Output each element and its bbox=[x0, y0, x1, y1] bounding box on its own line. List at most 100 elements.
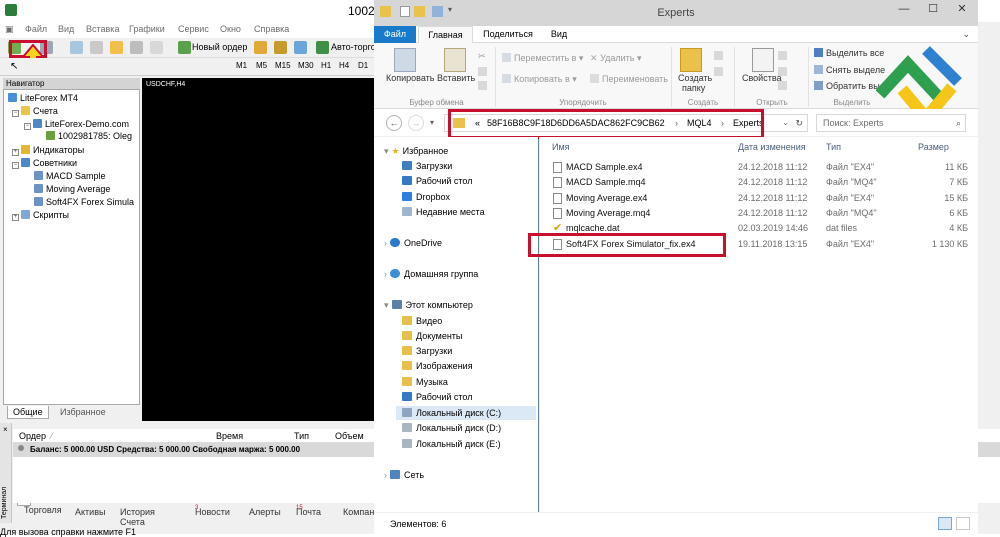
large-icons-view-icon[interactable] bbox=[956, 517, 970, 530]
col-time[interactable]: Время bbox=[216, 431, 243, 441]
tree-advisors[interactable]: − Советники bbox=[12, 158, 77, 169]
col-size[interactable]: Размер bbox=[918, 142, 949, 152]
tf-m15[interactable]: M15 bbox=[275, 61, 291, 70]
cursor-icon[interactable]: ↖ bbox=[10, 61, 18, 72]
invert-selection-button[interactable]: Обратить вы bbox=[814, 81, 880, 91]
deselect-button[interactable]: Снять выделе bbox=[814, 65, 885, 75]
community-icon[interactable] bbox=[294, 41, 307, 54]
collapse-icon[interactable]: − bbox=[12, 110, 19, 117]
tab-mail[interactable]: Почта 15 bbox=[296, 505, 321, 517]
tab-favorites[interactable]: Избранное bbox=[55, 406, 111, 419]
nav-item[interactable]: Рабочий стол bbox=[402, 392, 473, 402]
autotrading-button[interactable]: Авто-торго bbox=[331, 42, 376, 52]
tab-trade[interactable]: Торговля bbox=[17, 503, 62, 515]
cut-icon[interactable]: ✂ bbox=[478, 51, 487, 61]
new-order-button[interactable]: Новый ордер bbox=[192, 42, 247, 52]
tree-expert-item[interactable]: MACD Sample bbox=[34, 171, 106, 181]
tf-h1[interactable]: H1 bbox=[321, 61, 331, 70]
close-icon[interactable]: × bbox=[3, 425, 8, 434]
back-button[interactable]: ← bbox=[386, 115, 402, 131]
nav-favorites[interactable]: ▾ ★ Избранное bbox=[384, 146, 448, 157]
nav-this-pc[interactable]: ▾ Этот компьютер bbox=[384, 300, 473, 311]
nav-item[interactable]: Изображения bbox=[402, 361, 473, 371]
menu-tools[interactable]: Сервис bbox=[178, 24, 209, 34]
paste-button[interactable]: Вставить bbox=[437, 73, 475, 83]
nav-item[interactable]: Загрузки bbox=[402, 161, 452, 171]
collapse-icon[interactable]: − bbox=[24, 123, 31, 130]
signals-icon[interactable] bbox=[274, 41, 287, 54]
tree-indicators[interactable]: + Индикаторы bbox=[12, 145, 84, 156]
address-dropdown-icon[interactable]: ⌄ bbox=[782, 115, 789, 131]
tree-scripts[interactable]: + Скрипты bbox=[12, 210, 69, 221]
select-all-button[interactable]: Выделить все bbox=[814, 48, 884, 58]
metaeditor-icon[interactable] bbox=[254, 41, 267, 54]
file-row[interactable]: Moving Average.mq4 24.12.2018 11:12 Файл… bbox=[540, 206, 979, 221]
menu-insert[interactable]: Вставка bbox=[86, 24, 119, 34]
tab-general[interactable]: Общие bbox=[7, 406, 49, 419]
maximize-icon[interactable]: ☐ bbox=[919, 0, 947, 19]
data-window-icon[interactable] bbox=[90, 41, 103, 54]
tab-share[interactable]: Поделиться bbox=[478, 26, 538, 43]
nav-drive-d[interactable]: Локальный диск (D:) bbox=[402, 423, 501, 433]
recent-locations-icon[interactable]: ▾ bbox=[430, 118, 434, 127]
col-order[interactable]: Ордер bbox=[19, 431, 46, 441]
delete-button[interactable]: ✕ Удалить ▾ bbox=[590, 53, 641, 64]
edit-icon[interactable] bbox=[778, 67, 787, 76]
forward-button[interactable]: → bbox=[408, 115, 424, 131]
tree-root[interactable]: LiteForex MT4 bbox=[8, 93, 78, 103]
terminal-icon[interactable] bbox=[130, 41, 143, 54]
tf-h4[interactable]: H4 bbox=[339, 61, 349, 70]
properties-button[interactable]: Свойства bbox=[742, 73, 782, 83]
nav-item[interactable]: Dropbox bbox=[402, 192, 450, 202]
navigator-icon[interactable] bbox=[110, 41, 123, 54]
nav-item[interactable]: Рабочий стол bbox=[402, 176, 473, 186]
collapse-icon[interactable]: − bbox=[12, 162, 19, 169]
copy-button[interactable]: Копировать bbox=[386, 73, 434, 83]
open-icon[interactable] bbox=[778, 51, 787, 60]
menu-help[interactable]: Справка bbox=[254, 24, 289, 34]
nav-drive-e[interactable]: Локальный диск (E:) bbox=[402, 439, 501, 449]
nav-item[interactable]: Недавние места bbox=[402, 207, 485, 217]
menu-icon[interactable]: ▣ bbox=[5, 24, 14, 35]
history-icon[interactable] bbox=[778, 81, 787, 90]
search-icon[interactable]: ⌕ bbox=[956, 115, 961, 131]
col-date[interactable]: Дата изменения bbox=[738, 142, 806, 152]
tab-news[interactable]: Новости 3 bbox=[195, 505, 230, 517]
col-type[interactable]: Тип bbox=[826, 142, 841, 152]
tab-view[interactable]: Вид bbox=[544, 26, 574, 43]
tree-expert-item[interactable]: Moving Average bbox=[34, 184, 110, 194]
paste-shortcut-icon[interactable] bbox=[478, 81, 487, 90]
menu-file[interactable]: Файл bbox=[25, 24, 47, 34]
new-folder-button[interactable]: Создать bbox=[678, 73, 712, 83]
refresh-icon[interactable]: ↻ bbox=[795, 115, 803, 131]
tree-account[interactable]: 1002981785: Oleg bbox=[46, 131, 132, 141]
expand-icon[interactable]: + bbox=[12, 149, 19, 156]
search-input[interactable]: Поиск: Experts ⌕ bbox=[816, 114, 966, 132]
nav-onedrive[interactable]: › OneDrive bbox=[384, 238, 442, 248]
paste-icon[interactable] bbox=[444, 48, 466, 72]
close-icon[interactable]: ✕ bbox=[948, 0, 976, 19]
tree-accounts[interactable]: − Счета bbox=[12, 106, 58, 117]
tester-icon[interactable] bbox=[150, 41, 163, 54]
expand-icon[interactable]: + bbox=[12, 214, 19, 221]
nav-item[interactable]: Документы bbox=[402, 331, 462, 341]
easy-access-icon[interactable] bbox=[714, 67, 723, 76]
tf-m1[interactable]: M1 bbox=[236, 61, 247, 70]
col-name[interactable]: Имя bbox=[552, 142, 570, 152]
autotrading-icon[interactable] bbox=[316, 41, 329, 54]
new-folder-button-line2[interactable]: папку bbox=[682, 83, 705, 93]
nav-homegroup[interactable]: › Домашняя группа bbox=[384, 269, 478, 279]
details-view-icon[interactable] bbox=[938, 517, 952, 530]
menu-window[interactable]: Окно bbox=[220, 24, 241, 34]
col-volume[interactable]: Объем bbox=[335, 431, 364, 441]
file-row[interactable]: MACD Sample.mq4 24.12.2018 11:12 Файл "M… bbox=[540, 175, 979, 190]
new-order-icon[interactable] bbox=[178, 41, 191, 54]
tab-file[interactable]: Файл bbox=[374, 26, 416, 43]
new-item-icon[interactable] bbox=[714, 51, 723, 60]
col-type[interactable]: Тип bbox=[294, 431, 309, 441]
rename-button[interactable]: Переименовать bbox=[590, 74, 668, 84]
menu-charts[interactable]: Графики bbox=[129, 24, 165, 34]
menu-view[interactable]: Вид bbox=[58, 24, 74, 34]
copy-icon[interactable] bbox=[394, 48, 416, 72]
move-to-button[interactable]: Переместить в ▾ bbox=[502, 53, 583, 64]
